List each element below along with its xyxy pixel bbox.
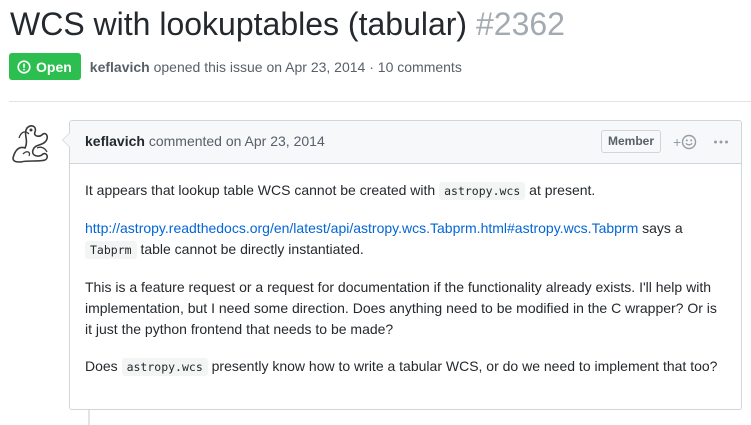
comment-action-text[interactable]: commented on Apr 23, 2014: [149, 133, 325, 149]
meta-separator: ·: [369, 58, 374, 75]
comment-header-text: keflavich commented on Apr 23, 2014: [85, 121, 325, 162]
comment-header: keflavich commented on Apr 23, 2014 Memb…: [70, 121, 741, 164]
comment-author-link[interactable]: keflavich: [85, 133, 145, 149]
member-badge: Member: [601, 130, 662, 153]
kebab-horizontal-icon: [714, 140, 728, 144]
paragraph-2: http://astropy.readthedocs.org/en/latest…: [85, 218, 726, 261]
paragraph-4: Does astropy.wcs presently know how to w…: [85, 356, 726, 378]
p2-text-after-link: says a: [642, 220, 683, 236]
paragraph-3: This is a feature request or a request f…: [85, 279, 717, 337]
inline-code: Tabprm: [85, 241, 137, 259]
inline-code: astropy.wcs: [121, 358, 208, 376]
p4-text-after: presently know how to write a tabular WC…: [211, 358, 718, 374]
inline-code: astropy.wcs: [439, 182, 526, 200]
state-label: Open: [36, 58, 72, 75]
p4-text-before: Does: [85, 358, 118, 374]
issue-title: WCS with lookuptables (tabular) #2362: [10, 2, 565, 46]
reaction-plus: +: [673, 134, 682, 150]
comments-count: 10 comments: [377, 58, 462, 75]
comment-options-button[interactable]: [712, 133, 730, 151]
issue-meta: Open keflavich opened this issue on Apr …: [9, 53, 462, 80]
comment-body: It appears that lookup table WCS cannot …: [70, 164, 741, 378]
avatar[interactable]: [9, 120, 53, 164]
comment-box: keflavich commented on Apr 23, 2014 Memb…: [62, 120, 742, 410]
smiley-icon: [681, 134, 697, 150]
p2-text-after-code: table cannot be directly instantiated.: [140, 241, 364, 257]
p1-text-before: It appears that lookup table WCS cannot …: [85, 182, 436, 198]
identicon-avatar: [12, 125, 48, 163]
issue-number: #2362: [475, 6, 565, 42]
issue-title-text: WCS with lookuptables (tabular): [10, 6, 468, 42]
timeline-line: [88, 410, 90, 425]
opened-text: opened this issue on Apr 23, 2014: [153, 58, 366, 75]
p1-text-after: at present.: [529, 182, 596, 198]
issue-author-link[interactable]: keflavich: [90, 59, 150, 75]
paragraph-1: It appears that lookup table WCS cannot …: [85, 180, 726, 202]
issue-meta-text: keflavich opened this issue on Apr 23, 2…: [90, 59, 462, 75]
issue-opened-icon: [17, 59, 31, 74]
add-reaction-button[interactable]: +: [673, 133, 697, 151]
docs-link[interactable]: http://astropy.readthedocs.org/en/latest…: [85, 220, 638, 236]
state-badge: Open: [9, 53, 81, 80]
header-divider: [9, 101, 751, 102]
